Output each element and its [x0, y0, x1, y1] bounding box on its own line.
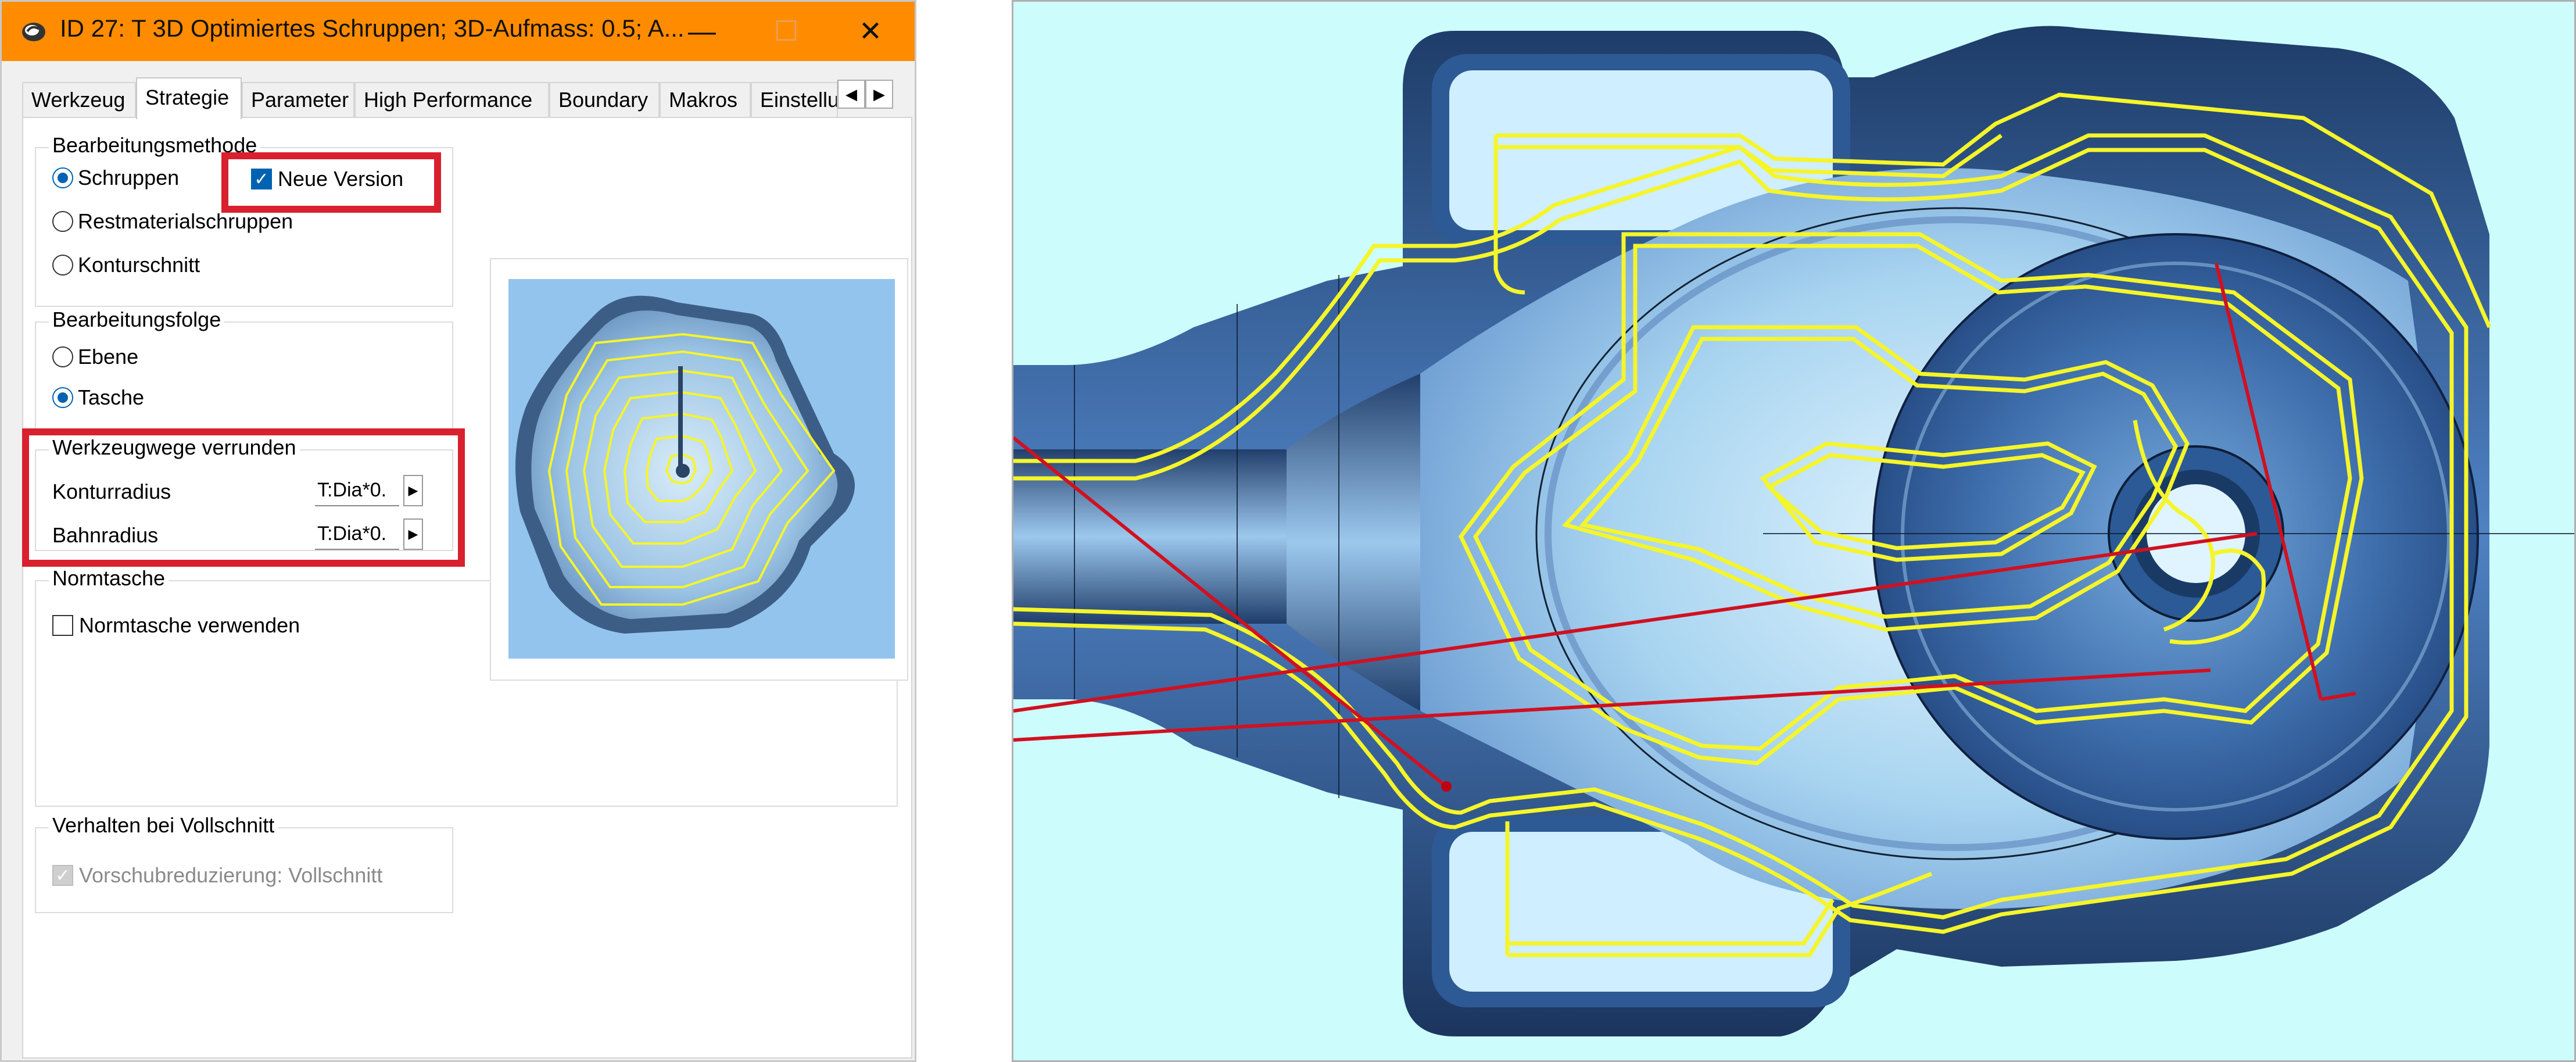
bearbeitungsmethode-caption: Bearbeitungsmethode	[49, 133, 261, 158]
bahnradius-input[interactable]	[315, 519, 399, 550]
radio-label: Konturschnitt	[78, 253, 200, 277]
radio-label: Ebene	[78, 345, 139, 369]
checkmark-icon[interactable]: ✓	[251, 169, 272, 189]
radio-button-checked[interactable]	[52, 167, 73, 188]
tab-strip: Werkzeug Strategie Parameter High Perfor…	[22, 77, 905, 119]
normtasche-checkbox[interactable]: Normtasche verwenden	[52, 613, 300, 638]
bearbeitungsfolge-caption: Bearbeitungsfolge	[49, 307, 225, 332]
radio-button[interactable]	[52, 346, 73, 367]
checkbox-label: Neue Version	[278, 167, 404, 191]
radio-label: Restmaterialschruppen	[78, 209, 293, 233]
title-bar[interactable]: ID 27: T 3D Optimiertes Schruppen; 3D-Au…	[2, 2, 915, 61]
werkzeugwege-verrunden-group: Werkzeugwege verrunden Konturradius ▶ Ba…	[35, 435, 453, 551]
bearbeitungsfolge-group: Bearbeitungsfolge Ebene Tasche	[35, 307, 453, 432]
bearbeitungsmethode-group: Bearbeitungsmethode Schruppen Restmateri…	[35, 133, 453, 307]
tab-scroll-right-button[interactable]: ▶	[865, 80, 893, 109]
strategie-panel: Bearbeitungsmethode Schruppen Restmateri…	[22, 117, 912, 1059]
checkbox-label: Normtasche verwenden	[79, 613, 300, 637]
checkmark-icon: ✓	[52, 865, 73, 886]
tab-makros[interactable]: Makros	[660, 82, 751, 118]
3d-viewport[interactable]	[1012, 0, 2576, 1062]
normtasche-caption: Normtasche	[49, 566, 169, 591]
neue-version-checkbox[interactable]: ✓ Neue Version	[251, 167, 403, 191]
strategy-dialog: ID 27: T 3D Optimiertes Schruppen; 3D-Au…	[0, 0, 916, 1062]
radio-konturschnitt[interactable]: Konturschnitt	[52, 253, 200, 277]
radio-restmaterialschruppen[interactable]: Restmaterialschruppen	[52, 209, 293, 234]
konturradius-label: Konturradius	[52, 480, 171, 503]
radio-label: Tasche	[78, 385, 145, 409]
bahnradius-arrow-icon[interactable]: ▶	[403, 519, 423, 550]
window-title: ID 27: T 3D Optimiertes Schruppen; 3D-Au…	[60, 15, 685, 42]
radio-schruppen[interactable]: Schruppen	[52, 166, 179, 190]
tab-werkzeug[interactable]: Werkzeug	[22, 82, 136, 118]
konturradius-input[interactable]	[315, 475, 399, 506]
konturradius-arrow-icon[interactable]: ▶	[403, 475, 423, 506]
tab-einstellungen[interactable]: Einstellur	[751, 82, 838, 118]
radio-tasche[interactable]: Tasche	[52, 385, 144, 410]
minimize-button[interactable]: —	[664, 2, 740, 61]
maximize-button[interactable]: ☐	[748, 2, 824, 61]
app-icon	[22, 23, 45, 41]
tab-high-performance[interactable]: High Performance	[354, 82, 549, 118]
part-rendering	[1013, 26, 2574, 1037]
tab-boundary[interactable]: Boundary	[549, 82, 660, 118]
radio-button[interactable]	[52, 255, 73, 276]
werkzeugwege-caption: Werkzeugwege verrunden	[49, 435, 300, 460]
vorschubreduzierung-checkbox: ✓ Vorschubreduzierung: Vollschnitt	[52, 863, 382, 888]
vollschnitt-group: Verhalten bei Vollschnitt ✓ Vorschubredu…	[35, 813, 453, 913]
checkbox-label: Vorschubreduzierung: Vollschnitt	[79, 863, 383, 887]
vollschnitt-caption: Verhalten bei Vollschnitt	[49, 813, 278, 838]
close-button[interactable]: ✕	[833, 2, 908, 61]
bahnradius-label: Bahnradius	[52, 523, 159, 547]
tab-strategie[interactable]: Strategie	[136, 77, 242, 119]
radio-ebene[interactable]: Ebene	[52, 345, 138, 369]
radio-button[interactable]	[52, 211, 73, 232]
tab-parameter[interactable]: Parameter	[242, 82, 354, 118]
strategy-preview	[490, 258, 908, 681]
radio-button-checked[interactable]	[52, 387, 73, 408]
checkbox-box[interactable]	[52, 615, 73, 636]
pocket-preview-image	[508, 279, 895, 659]
rapid-point	[1441, 781, 1452, 792]
tab-scroll-left-button[interactable]: ◀	[837, 80, 865, 109]
radio-label: Schruppen	[78, 166, 180, 189]
